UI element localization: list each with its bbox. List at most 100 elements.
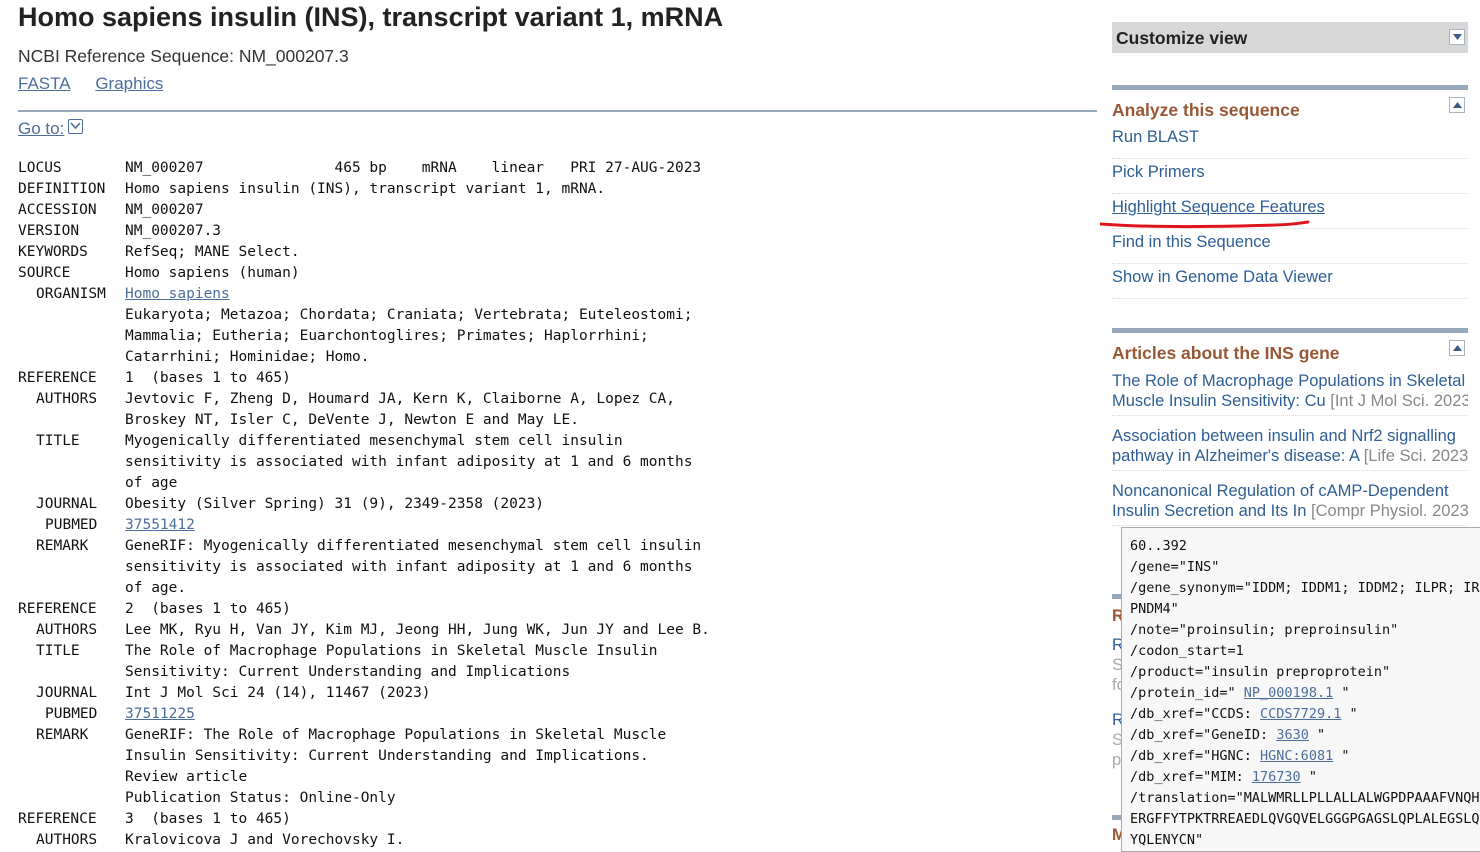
authors-text: Broskey NT, Isler C, DeVente J, Newton E…: [125, 412, 579, 428]
remark-text: sensitivity is associated with infant ad…: [125, 559, 693, 575]
tooltip-gene: /gene="INS": [1130, 559, 1220, 575]
source-key: SOURCE: [18, 265, 71, 281]
tooltip-protein-id: /protein_id=" NP_000198.1 ": [1130, 683, 1349, 704]
highlight-features-link[interactable]: Highlight Sequence Features: [1112, 198, 1325, 217]
pubmed-link[interactable]: 37511225: [125, 706, 195, 722]
reference-key: REFERENCE: [18, 811, 97, 827]
tooltip-translation: /translation="MALWMRLLPLLALLALWGPDPAAAFV…: [1130, 790, 1480, 806]
hidden-portlet-rule: [1112, 815, 1121, 820]
keywords-line: KEYWORDS RefSeq; MANE Select.: [18, 242, 300, 263]
locus-line: LOCUS NM_000207 465 bp mRNA linear PRI 2…: [18, 158, 701, 179]
locus-value: NM_000207 465 bp mRNA linear PRI 27-AUG-…: [125, 160, 702, 176]
analyze-item[interactable]: Find in this Sequence: [1112, 229, 1468, 264]
pubmed-link[interactable]: 37551412: [125, 517, 195, 533]
remark-text: GeneRIF: The Role of Macrophage Populati…: [125, 727, 667, 743]
geneid-link[interactable]: 3630: [1276, 727, 1309, 743]
article-title[interactable]: pathway in Alzheimer's disease: A: [1112, 447, 1359, 465]
hgnc-link[interactable]: HGNC:6081: [1260, 748, 1333, 764]
article-item[interactable]: Noncanonical Regulation of cAMP-Dependen…: [1112, 481, 1468, 526]
journal-text: Obesity (Silver Spring) 31 (9), 2349-235…: [125, 496, 545, 512]
remark-line: REMARK GeneRIF: The Role of Macrophage P…: [18, 725, 666, 746]
analyze-item[interactable]: Run BLAST: [1112, 124, 1468, 159]
ccds-link[interactable]: CCDS7729.1: [1260, 706, 1341, 722]
article-title[interactable]: Insulin Secretion and Its In: [1112, 502, 1306, 520]
keywords-value: RefSeq; MANE Select.: [125, 244, 300, 260]
run-blast-link[interactable]: Run BLAST: [1112, 128, 1199, 147]
analyze-item[interactable]: Show in Genome Data Viewer: [1112, 264, 1468, 299]
remark-line: sensitivity is associated with infant ad…: [18, 557, 692, 578]
title-text: Sensitivity: Current Understanding and I…: [125, 664, 571, 680]
article-source: [Compr Physiol. 2023]: [1311, 502, 1468, 520]
title-line: TITLE The Role of Macrophage Populations…: [18, 641, 658, 662]
article-title[interactable]: Association between insulin and Nrf2 sig…: [1112, 427, 1456, 445]
protein-id-link[interactable]: NP_000198.1: [1244, 685, 1333, 701]
genome-data-viewer-link[interactable]: Show in Genome Data Viewer: [1112, 268, 1333, 287]
divider: [18, 110, 1097, 112]
articles-portlet: Articles about the INS gene The Role of …: [1112, 328, 1468, 533]
article-item[interactable]: The Role of Macrophage Populations in Sk…: [1112, 371, 1468, 416]
customize-view-panel[interactable]: Customize view: [1112, 22, 1468, 53]
genbank-record: LOCUS NM_000207 465 bp mRNA linear PRI 2…: [18, 158, 710, 851]
analyze-item[interactable]: Pick Primers: [1112, 159, 1468, 194]
goto-link[interactable]: Go to:: [18, 119, 64, 138]
accession-value: NM_000207: [125, 202, 204, 218]
graphics-link[interactable]: Graphics: [95, 74, 163, 93]
journal-text: Int J Mol Sci 24 (14), 11467 (2023): [125, 685, 431, 701]
locus-key: LOCUS: [18, 160, 62, 176]
article-title[interactable]: Noncanonical Regulation of cAMP-Dependen…: [1112, 482, 1449, 500]
reference-value: 1 (bases 1 to 465): [125, 370, 291, 386]
title-text: sensitivity is associated with infant ad…: [125, 454, 693, 470]
remark-line: Review article: [18, 767, 247, 788]
definition-line: DEFINITION Homo sapiens insulin (INS), t…: [18, 179, 605, 200]
article-source: [Life Sci. 2023]: [1363, 447, 1468, 465]
source-line: SOURCE Homo sapiens (human): [18, 263, 300, 284]
hidden-text-fragment: p: [1112, 751, 1122, 769]
articles-title: Articles about the INS gene: [1112, 343, 1340, 363]
pick-primers-link[interactable]: Pick Primers: [1112, 163, 1205, 182]
fasta-link[interactable]: FASTA: [18, 74, 71, 93]
format-links: FASTA Graphics: [18, 74, 183, 94]
article-item[interactable]: Association between insulin and Nrf2 sig…: [1112, 426, 1468, 471]
refseq-id: NCBI Reference Sequence: NM_000207.3: [18, 46, 349, 66]
tooltip-codon-start: /codon_start=1: [1130, 643, 1244, 659]
version-line: VERSION NM_000207.3: [18, 221, 221, 242]
xref-suffix: ": [1333, 685, 1350, 701]
goto-menu[interactable]: Go to:: [18, 119, 84, 139]
definition-value: Homo sapiens insulin (INS), transcript v…: [125, 181, 606, 197]
collapse-up-icon[interactable]: [1449, 97, 1465, 113]
authors-line: AUTHORS Kralovicova J and Vorechovsky I.: [18, 830, 404, 851]
mim-link[interactable]: 176730: [1252, 769, 1301, 785]
pubmed-line: PUBMED 37511225: [18, 704, 195, 725]
title-line: of age: [18, 473, 177, 494]
xref-prefix: /db_xref="HGNC:: [1130, 748, 1261, 764]
organism-link[interactable]: Homo sapiens: [125, 286, 230, 302]
tooltip-gene-synonym: /gene_synonym="IDDM; IDDM1; IDDM2; ILPR;…: [1130, 580, 1480, 596]
reference-line: REFERENCE 3 (bases 1 to 465): [18, 809, 291, 830]
chevron-down-icon[interactable]: [1449, 29, 1465, 45]
customize-view-title[interactable]: Customize view: [1116, 28, 1247, 49]
lineage-text: Catarrhini; Hominidae; Homo.: [125, 349, 370, 365]
version-key: VERSION: [18, 223, 80, 239]
tooltip-note: /note="proinsulin; preproinsulin": [1130, 622, 1399, 638]
article-title[interactable]: Muscle Insulin Sensitivity: Cu: [1112, 392, 1326, 410]
reference-line: REFERENCE 2 (bases 1 to 465): [18, 599, 291, 620]
article-source: [Int J Mol Sci. 2023]: [1330, 392, 1468, 410]
title-line: Sensitivity: Current Understanding and I…: [18, 662, 570, 683]
feature-tooltip: 60..392 /gene="INS" /gene_synonym="IDDM;…: [1121, 527, 1480, 852]
journal-line: JOURNAL Int J Mol Sci 24 (14), 11467 (20…: [18, 683, 431, 704]
journal-line: JOURNAL Obesity (Silver Spring) 31 (9), …: [18, 494, 544, 515]
reference-line: REFERENCE 1 (bases 1 to 465): [18, 368, 291, 389]
article-title[interactable]: The Role of Macrophage Populations in Sk…: [1112, 372, 1465, 390]
collapse-up-icon[interactable]: [1449, 340, 1465, 356]
authors-line: AUTHORS Lee MK, Ryu H, Van JY, Kim MJ, J…: [18, 620, 710, 641]
lineage-line: Catarrhini; Hominidae; Homo.: [18, 347, 369, 368]
find-in-sequence-link[interactable]: Find in this Sequence: [1112, 233, 1271, 252]
tooltip-translation: ERGFFYTPKTRREAEDLQVGQVELGGGPGAGSLQPLALEG…: [1130, 811, 1480, 827]
xref-suffix: ": [1300, 769, 1317, 785]
hidden-portlet-rule: [1112, 594, 1121, 599]
chevron-down-icon[interactable]: [68, 119, 84, 134]
title-text: of age: [125, 475, 178, 491]
reference-value: 2 (bases 1 to 465): [125, 601, 291, 617]
lineage-line: Eukaryota; Metazoa; Chordata; Craniata; …: [18, 305, 692, 326]
tooltip-geneid: /db_xref="GeneID: 3630 ": [1130, 725, 1325, 746]
